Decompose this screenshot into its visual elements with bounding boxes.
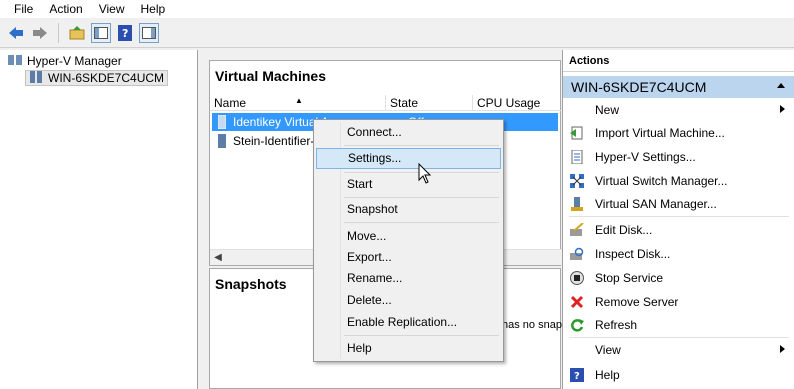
navigation-tree: Hyper-V Manager WIN-6SKDE7C4UCM xyxy=(0,50,198,389)
action-virtual-switch-manager[interactable]: Virtual Switch Manager... xyxy=(563,169,794,192)
vm-grid-header: Name ▲ State CPU Usage xyxy=(210,95,562,111)
action-new[interactable]: New xyxy=(563,98,794,121)
blank-icon xyxy=(569,342,585,358)
menu-separator xyxy=(344,335,499,336)
show-hide-tree-icon[interactable] xyxy=(91,22,111,43)
panel-title: Virtual Machines xyxy=(215,68,327,84)
context-item-export[interactable]: Export... xyxy=(316,247,501,268)
menu-view[interactable]: View xyxy=(91,0,133,18)
context-item-start[interactable]: Start xyxy=(316,174,501,195)
server-icon xyxy=(29,70,43,86)
toolbar-separator xyxy=(58,22,59,43)
show-hide-action-pane-icon[interactable] xyxy=(139,22,159,43)
column-header-cpu[interactable]: CPU Usage xyxy=(473,95,562,111)
svg-text:?: ? xyxy=(122,27,128,40)
tree-node-label: WIN-6SKDE7C4UCM xyxy=(48,71,165,85)
vm-icon xyxy=(214,134,230,148)
context-item-delete[interactable]: Delete... xyxy=(316,290,501,311)
action-help[interactable]: ? Help xyxy=(563,363,794,386)
help-icon: ? xyxy=(569,367,585,383)
column-header-name[interactable]: Name ▲ xyxy=(210,95,386,111)
action-remove-server[interactable]: Remove Server xyxy=(563,290,794,313)
menu-separator xyxy=(344,145,499,146)
action-inspect-disk[interactable]: Inspect Disk... xyxy=(563,242,794,265)
toolbar: ? xyxy=(0,18,794,48)
action-hyperv-settings[interactable]: Hyper-V Settings... xyxy=(563,145,794,168)
san-icon xyxy=(569,196,585,212)
actions-section-header[interactable]: WIN-6SKDE7C4UCM xyxy=(563,76,794,98)
menu-help[interactable]: Help xyxy=(133,0,174,18)
up-folder-icon[interactable] xyxy=(67,23,87,43)
submenu-arrow-icon xyxy=(780,345,785,353)
action-virtual-san-manager[interactable]: Virtual SAN Manager... xyxy=(563,192,794,215)
menu-action[interactable]: Action xyxy=(41,0,90,18)
action-stop-service[interactable]: Stop Service xyxy=(563,266,794,289)
remove-x-icon xyxy=(569,294,585,310)
context-item-snapshot[interactable]: Snapshot xyxy=(316,199,501,220)
edit-disk-icon xyxy=(569,222,585,238)
context-item-move[interactable]: Move... xyxy=(316,226,501,247)
menu-separator xyxy=(344,197,499,198)
column-header-state[interactable]: State xyxy=(386,95,473,111)
context-item-help[interactable]: Help xyxy=(316,338,501,359)
import-icon xyxy=(569,125,585,141)
settings-document-icon xyxy=(569,149,585,165)
tree-node-hyperv-manager[interactable]: Hyper-V Manager xyxy=(8,53,122,69)
action-import-vm[interactable]: Import Virtual Machine... xyxy=(563,121,794,144)
stop-icon xyxy=(569,270,585,286)
actions-separator xyxy=(569,216,789,217)
blank-icon xyxy=(569,102,585,118)
forward-arrow-icon[interactable] xyxy=(30,23,50,43)
menu-separator xyxy=(344,222,499,223)
tree-node-label: Hyper-V Manager xyxy=(27,54,122,68)
inspect-disk-icon xyxy=(569,246,585,262)
switch-icon xyxy=(569,173,585,189)
context-item-settings[interactable]: Settings... xyxy=(316,148,501,169)
mouse-cursor-icon xyxy=(418,162,432,188)
context-menu: Connect... Settings... Start Snapshot Mo… xyxy=(313,119,504,362)
context-item-connect[interactable]: Connect... xyxy=(316,122,501,143)
refresh-icon xyxy=(569,317,585,333)
action-refresh[interactable]: Refresh xyxy=(563,313,794,336)
menu-file[interactable]: File xyxy=(6,0,41,18)
collapse-icon[interactable] xyxy=(777,83,785,88)
submenu-arrow-icon xyxy=(780,105,785,113)
actions-pane: Actions WIN-6SKDE7C4UCM New Import Virtu… xyxy=(562,50,794,389)
help-icon[interactable]: ? xyxy=(115,23,135,43)
context-item-enable-replication[interactable]: Enable Replication... xyxy=(316,312,501,333)
svg-text:?: ? xyxy=(574,371,580,382)
menu-bar: File Action View Help xyxy=(0,0,794,18)
action-edit-disk[interactable]: Edit Disk... xyxy=(563,218,794,241)
back-arrow-icon[interactable] xyxy=(6,23,26,43)
vm-icon xyxy=(214,115,230,129)
snapshots-empty-text: has no snap xyxy=(502,319,562,331)
tree-node-server[interactable]: WIN-6SKDE7C4UCM xyxy=(25,70,169,86)
sort-ascending-icon: ▲ xyxy=(295,96,303,105)
context-item-rename[interactable]: Rename... xyxy=(316,268,501,289)
actions-header: Actions xyxy=(563,50,794,72)
action-view[interactable]: View xyxy=(563,338,794,361)
hyperv-manager-icon xyxy=(8,54,22,69)
scroll-left-icon[interactable]: ◀ xyxy=(212,252,224,264)
